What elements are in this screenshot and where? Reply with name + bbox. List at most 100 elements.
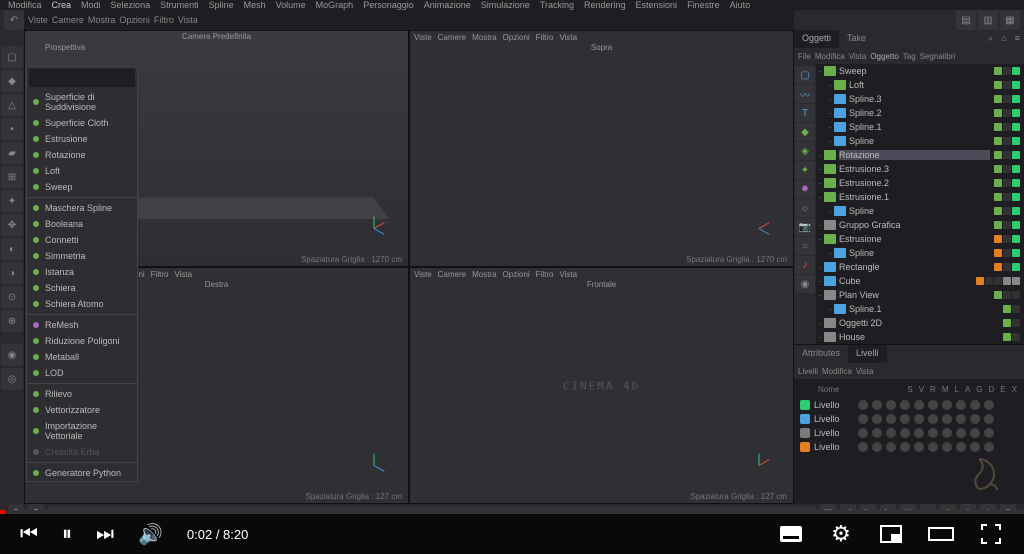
dropdown-item[interactable]: ReMesh xyxy=(27,317,137,333)
obj-menu-segnalibri[interactable]: Segnalibri xyxy=(920,52,956,61)
pause-button[interactable]: ⏸ xyxy=(62,523,72,546)
tab-take[interactable]: Take xyxy=(839,30,874,48)
dropdown-item[interactable]: Rilievo xyxy=(27,386,137,402)
dropdown-item[interactable]: Maschera Spline xyxy=(27,200,137,216)
dropdown-item[interactable]: Connetti xyxy=(27,232,137,248)
dropdown-item[interactable]: Booleana xyxy=(27,216,137,232)
layout-button[interactable]: ▦ xyxy=(1000,10,1020,30)
dropdown-item[interactable]: Sweep xyxy=(27,179,137,195)
dropdown-item[interactable]: LOD xyxy=(27,365,137,381)
object-tree-row[interactable]: ·Spline xyxy=(816,204,1024,218)
cube-icon[interactable]: ▢ xyxy=(795,66,815,84)
obj-menu-modifica[interactable]: Modifica xyxy=(815,52,845,61)
object-tree-row[interactable]: ·Spline.1 xyxy=(816,120,1024,134)
fullscreen-button[interactable] xyxy=(978,524,1004,544)
object-tree-row[interactable]: ·Spline xyxy=(816,246,1024,260)
object-tree-row[interactable]: ·Gruppo Grafica xyxy=(816,218,1024,232)
menu-rendering[interactable]: Rendering xyxy=(584,0,626,10)
menu-finestre[interactable]: Finestre xyxy=(687,0,720,10)
object-tree-row[interactable]: ·Rectangle xyxy=(816,260,1024,274)
text-icon[interactable]: T xyxy=(795,104,815,122)
tab-oggetti[interactable]: Oggetti xyxy=(794,30,839,48)
texture-mode-icon[interactable]: ✦ xyxy=(1,190,23,212)
point-mode-icon[interactable]: • xyxy=(1,118,23,140)
object-tree-row[interactable]: ·Spline.3 xyxy=(816,92,1024,106)
menu-seleziona[interactable]: Seleziona xyxy=(111,0,151,10)
null-icon[interactable]: ○ xyxy=(795,237,815,255)
poly-mode-icon[interactable]: ▰ xyxy=(1,142,23,164)
layer-menu-vista[interactable]: Vista xyxy=(856,367,874,376)
menu-tracking[interactable]: Tracking xyxy=(540,0,574,10)
dropdown-item[interactable]: Simmetria xyxy=(27,248,137,264)
spline-icon[interactable]: 〰 xyxy=(795,85,815,103)
object-tree-row[interactable]: ·Plan View xyxy=(816,288,1024,302)
layer-menu-livelli[interactable]: Livelli xyxy=(798,367,818,376)
object-mode-icon[interactable]: ◆ xyxy=(1,70,23,92)
undo-button[interactable]: ↶ xyxy=(4,10,24,30)
layer-row[interactable]: Livello xyxy=(800,440,1018,454)
volume-icon[interactable]: ◉ xyxy=(795,275,815,293)
layer-row[interactable]: Livello xyxy=(800,412,1018,426)
object-tree-row[interactable]: ·Estrusione xyxy=(816,232,1024,246)
home-icon[interactable]: ⌂ xyxy=(997,30,1010,48)
menu-personaggio[interactable]: Personaggio xyxy=(363,0,414,10)
vp-menu-item[interactable]: Camere xyxy=(52,15,84,25)
dropdown-item[interactable]: Riduzione Poligoni xyxy=(27,333,137,349)
obj-menu-vista[interactable]: Vista xyxy=(849,52,867,61)
tool-icon[interactable]: ⊕ xyxy=(1,310,23,332)
tool-icon[interactable]: ◑ xyxy=(1,262,23,284)
menu-icon[interactable]: ≡ xyxy=(1011,30,1024,48)
dropdown-item[interactable]: Loft xyxy=(27,163,137,179)
settings-button[interactable]: ⚙ xyxy=(828,524,854,544)
menu-strumenti[interactable]: Strumenti xyxy=(160,0,199,10)
model-mode-icon[interactable]: ▢ xyxy=(1,46,23,68)
theater-button[interactable] xyxy=(928,524,954,544)
object-tree-row[interactable]: ·Spline.1 xyxy=(816,302,1024,316)
uv-mode-icon[interactable]: ⊞ xyxy=(1,166,23,188)
tool-icon[interactable]: ⊙ xyxy=(1,286,23,308)
object-tree-row[interactable]: ·House xyxy=(816,330,1024,344)
dropdown-item[interactable]: Metaball xyxy=(27,349,137,365)
menu-spline[interactable]: Spline xyxy=(209,0,234,10)
light-icon[interactable]: ☼ xyxy=(795,199,815,217)
layout-button[interactable]: ▤ xyxy=(956,10,976,30)
vp-menu-item[interactable]: Opzioni xyxy=(119,15,150,25)
menu-aiuto[interactable]: Aiuto xyxy=(730,0,751,10)
object-tree[interactable]: ·Sweep·Loft·Spline.3·Spline.2·Spline.1·S… xyxy=(816,64,1024,344)
dropdown-item[interactable]: Istanza xyxy=(27,264,137,280)
menu-modifica[interactable]: Modifica xyxy=(8,0,42,10)
vp-menu-item[interactable]: Viste xyxy=(28,15,48,25)
object-tree-row[interactable]: ·Sweep xyxy=(816,64,1024,78)
menu-simulazione[interactable]: Simulazione xyxy=(481,0,530,10)
viewport-front[interactable]: Viste Camere Mostra Opzioni Filtro Vista… xyxy=(409,267,794,504)
layout-button[interactable]: ▥ xyxy=(978,10,998,30)
menu-estensioni[interactable]: Estensioni xyxy=(636,0,678,10)
dropdown-item[interactable]: Estrusione xyxy=(27,131,137,147)
edge-mode-icon[interactable]: △ xyxy=(1,94,23,116)
deformer-icon[interactable]: ◈ xyxy=(795,142,815,160)
object-tree-row[interactable]: ·Loft xyxy=(816,78,1024,92)
next-button[interactable]: ⏭ xyxy=(96,523,114,546)
generators-dropdown[interactable]: Superficie di SuddivisioneSuperficie Clo… xyxy=(26,66,138,482)
menu-volume[interactable]: Volume xyxy=(276,0,306,10)
volume-icon[interactable]: 🔊 xyxy=(138,522,163,547)
obj-menu-file[interactable]: File xyxy=(798,52,811,61)
menu-mograph[interactable]: MoGraph xyxy=(316,0,354,10)
dropdown-item[interactable]: Superficie di Suddivisione xyxy=(27,89,137,115)
tool-icon[interactable]: ◐ xyxy=(1,238,23,260)
object-tree-row[interactable]: ·Spline xyxy=(816,134,1024,148)
camera-icon[interactable]: 📷 xyxy=(795,218,815,236)
mograph-icon[interactable]: ✦ xyxy=(795,161,815,179)
object-tree-row[interactable]: ·Spline.2 xyxy=(816,106,1024,120)
field-icon[interactable]: ✹ xyxy=(795,180,815,198)
tab-attributes[interactable]: Attributes xyxy=(794,345,848,363)
dropdown-item[interactable]: Superficie Cloth xyxy=(27,115,137,131)
vp-menu-item[interactable]: Vista xyxy=(178,15,198,25)
tab-livelli[interactable]: Livelli xyxy=(848,345,887,363)
object-tree-row[interactable]: ·Estrusione.1 xyxy=(816,190,1024,204)
object-tree-row[interactable]: ·Oggetti 2D xyxy=(816,316,1024,330)
vp-menu-item[interactable]: Mostra xyxy=(88,15,116,25)
dropdown-search[interactable] xyxy=(29,69,135,87)
main-menubar[interactable]: Modifica Crea Modi Seleziona Strumenti S… xyxy=(0,0,1024,10)
layer-row[interactable]: Livello xyxy=(800,426,1018,440)
